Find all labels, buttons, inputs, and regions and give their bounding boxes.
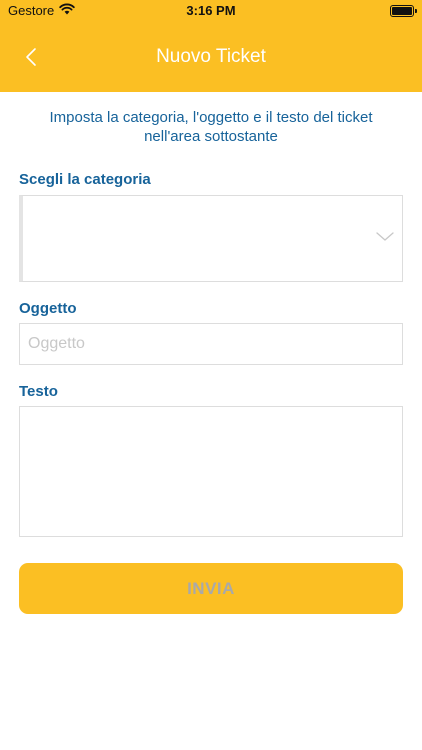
battery-icon bbox=[390, 5, 417, 17]
send-button[interactable]: INVIA bbox=[19, 563, 403, 614]
body-label: Testo bbox=[19, 383, 58, 400]
body-textarea[interactable] bbox=[19, 406, 403, 537]
category-label: Scegli la categoria bbox=[19, 171, 151, 188]
status-time: 3:16 PM bbox=[186, 3, 236, 18]
nav-bar: Nuovo Ticket bbox=[0, 22, 422, 92]
subject-label: Oggetto bbox=[19, 300, 77, 317]
subject-input[interactable] bbox=[19, 323, 403, 365]
category-select[interactable] bbox=[19, 195, 403, 282]
intro-text: Imposta la categoria, l'oggetto e il tes… bbox=[49, 109, 373, 145]
status-bar: Gestore 3:16 PM bbox=[0, 0, 422, 22]
page-title: Nuovo Ticket bbox=[156, 46, 266, 67]
chevron-down-icon bbox=[376, 232, 394, 241]
